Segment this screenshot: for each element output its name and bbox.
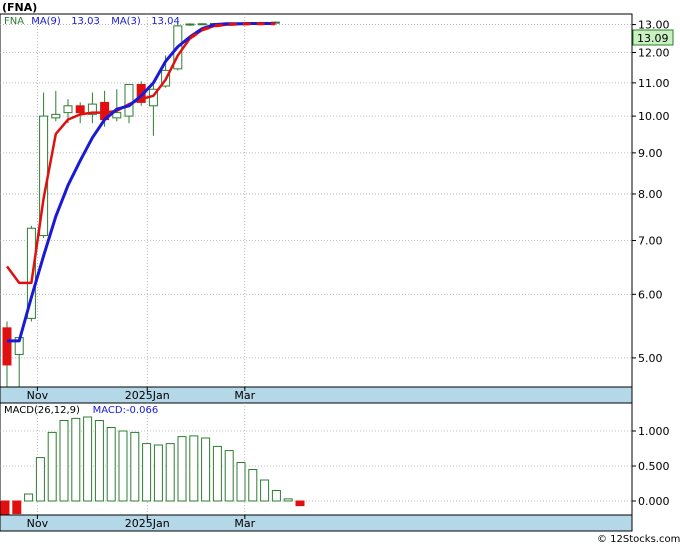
candle-body <box>124 83 134 117</box>
macd-legend-item: MACD(26,12,9) <box>4 405 80 416</box>
price-x-label: Nov <box>27 389 49 402</box>
macd-bar <box>83 416 93 502</box>
price-tick-label: 12.00 <box>638 46 670 59</box>
macd-bar <box>106 427 116 502</box>
candle <box>185 23 195 26</box>
macd-panel: 0.000 0.500 1.000 MACD(26,12,9) MACD:-0.066 <box>0 402 670 519</box>
candle <box>197 23 207 26</box>
last-value-box: 13.09 <box>632 29 674 46</box>
last-value-label: 13.09 <box>637 32 669 45</box>
macd-legend-item: MACD:-0.066 <box>93 405 159 416</box>
candle-body <box>75 105 85 114</box>
price-x-label: Mar <box>234 389 255 402</box>
macd-panel-frame <box>0 402 633 516</box>
macd-bar <box>212 445 222 502</box>
macd-bar <box>24 493 34 502</box>
macd-bar <box>260 479 270 502</box>
macd-bar <box>12 500 22 515</box>
price-date-band <box>0 386 633 404</box>
macd-bar <box>118 430 128 502</box>
price-legend-item: FNA <box>4 16 24 27</box>
macd-date-band <box>0 514 633 532</box>
price-legend-item: 13.03 <box>71 16 100 27</box>
stock-chart: (FNA) 5.00 6.00 7.00 8.00 9.00 10.00 11.00 12.0… <box>0 1 680 545</box>
macd-x-label: Nov <box>27 517 49 530</box>
price-tick-label: 8.00 <box>638 188 663 201</box>
price-panel: 5.006.007.008.009.0010.0011.0012.0013.00… <box>0 13 674 388</box>
candle-body <box>197 23 207 26</box>
macd-x-label: Mar <box>234 517 255 530</box>
macd-bar <box>71 417 81 502</box>
macd-bar <box>189 435 199 502</box>
macd-bar <box>142 443 152 502</box>
macd-y-axis: 0.000 0.500 1.000 <box>632 425 670 508</box>
price-legend-item: MA(9) <box>31 16 61 27</box>
macd-bar <box>59 420 69 502</box>
macd-tick-label: 0.000 <box>638 495 670 508</box>
price-y-axis: 5.006.007.008.009.0010.0011.0012.0013.00 <box>632 19 670 365</box>
candle-body <box>63 105 73 114</box>
macd-bar <box>201 437 211 502</box>
candle-body <box>2 327 12 366</box>
candle-body <box>51 113 61 119</box>
price-tick-label: 6.00 <box>638 288 663 301</box>
macd-bar <box>153 444 163 502</box>
price-tick-label: 7.00 <box>638 235 663 248</box>
macd-bar <box>295 500 305 507</box>
macd-bar <box>35 457 45 502</box>
macd-bar <box>177 436 187 502</box>
macd-bar <box>236 462 246 502</box>
macd-bar <box>165 443 175 502</box>
price-x-label: 2025Jan <box>125 389 170 402</box>
price-tick-label: 5.00 <box>638 352 663 365</box>
macd-bar <box>94 420 104 502</box>
price-legend: FNA MA(9) 13.03 MA(3) 13.04 <box>4 16 180 27</box>
macd-bar <box>283 498 293 502</box>
chart-title: (FNA) <box>2 1 37 14</box>
macd-x-label: 2025Jan <box>125 517 170 530</box>
price-panel-frame <box>0 13 633 388</box>
price-legend-item: 13.04 <box>151 16 180 27</box>
price-tick-label: 11.00 <box>638 77 670 90</box>
price-tick-label: 9.00 <box>638 147 663 160</box>
price-tick-label: 10.00 <box>638 110 670 123</box>
macd-bar <box>271 490 281 502</box>
macd-bar <box>130 431 140 502</box>
macd-tick-label: 1.000 <box>638 425 670 438</box>
macd-bar <box>224 450 234 502</box>
macd-bar <box>47 431 57 502</box>
macd-bar <box>248 469 258 502</box>
footer-credit: © 12Stocks.com <box>597 534 680 545</box>
macd-tick-label: 0.500 <box>638 460 670 473</box>
candle-body <box>185 23 195 26</box>
price-legend-item: MA(3) <box>111 16 141 27</box>
